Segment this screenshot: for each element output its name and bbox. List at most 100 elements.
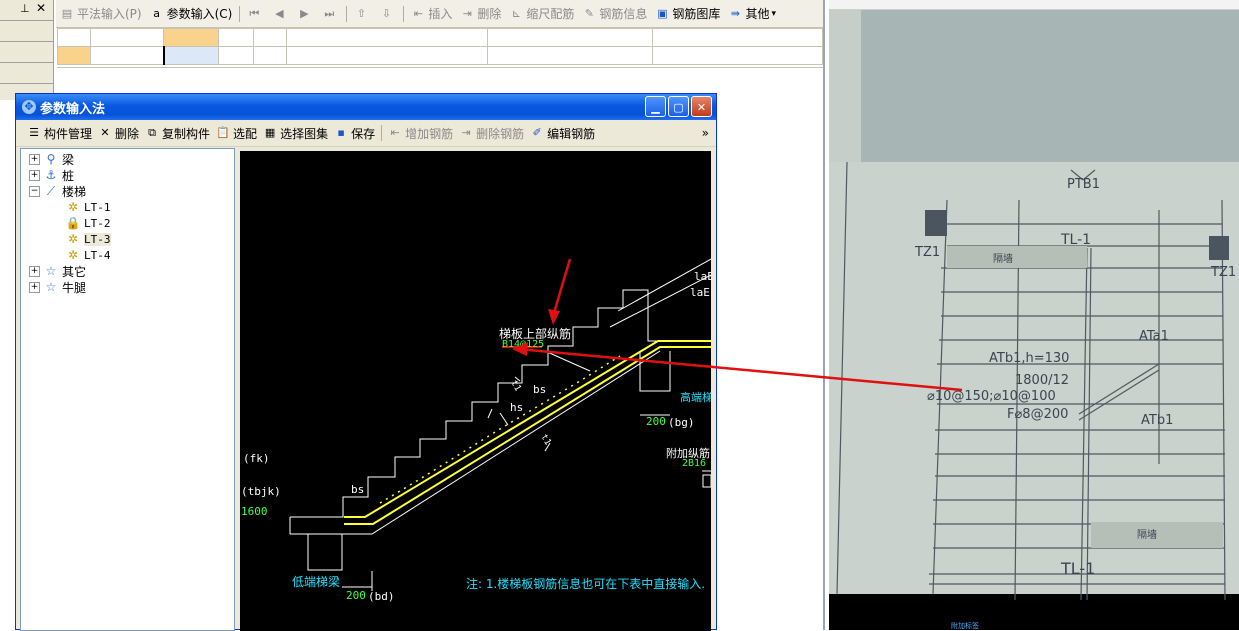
edit-rebar-button[interactable]: ✐ 编辑钢筋 [527, 125, 598, 142]
tree-expander[interactable]: + [29, 265, 40, 277]
close-icon[interactable]: ✕ [36, 1, 46, 15]
table-cell[interactable] [253, 46, 287, 65]
copy-component-button[interactable]: ⧉ 复制构件 [142, 125, 213, 142]
table-cell[interactable] [57, 28, 91, 47]
other-menu-button[interactable]: ⇛ 其他 ▾ [724, 5, 780, 22]
table-cell[interactable] [163, 28, 219, 47]
arrow-up-icon: ⇧ [356, 6, 366, 20]
detail-marker [702, 474, 711, 488]
delete-button[interactable]: ✕ 删除 [95, 125, 142, 142]
scale-rebar-label: 缩尺配筋 [526, 7, 575, 21]
tree-node-lt1[interactable]: ✲ LT-1 [65, 199, 111, 215]
photo-label-wall-1: 隔墙 [993, 252, 1013, 265]
select-match-button[interactable]: 📋 选配 [213, 125, 260, 142]
photo-label-tl1-top: TL-1 [1060, 232, 1091, 248]
rebar-info-button[interactable]: ✎ 钢筋信息 [578, 5, 651, 22]
stair-steps-outline [290, 289, 660, 518]
tree-node-corbel[interactable]: + ☆ 牛腿 [29, 279, 86, 295]
insert-button[interactable]: ⇤ 插入 [407, 5, 456, 22]
rebar-library-button[interactable]: ▣ 钢筋图库 [651, 5, 724, 22]
flat-input-button[interactable]: ▤ 平法输入(P) [56, 5, 146, 22]
low-beam-outline [307, 533, 343, 571]
dim-label-bg: (bg) [668, 416, 695, 429]
tree-node-beam[interactable]: + ⚲ 梁 [29, 151, 74, 167]
move-up-button[interactable]: ⇧ [350, 7, 375, 21]
toolbar-separator [381, 125, 383, 141]
tree-node-pile[interactable]: + ⚓ 桩 [29, 167, 74, 183]
table-cell[interactable] [253, 28, 287, 47]
scale-rebar-button[interactable]: ⊾ 缩尺配筋 [505, 5, 578, 22]
table-cell[interactable] [652, 28, 823, 47]
pane-row[interactable] [0, 42, 53, 63]
annotation-arrowhead [548, 309, 560, 325]
rebar-grid [57, 28, 823, 68]
dim-label-200-bottom: 200 [346, 589, 366, 602]
table-row [57, 28, 823, 47]
star-icon: ☆ [45, 264, 57, 278]
toolbar-overflow-button[interactable]: » [699, 126, 712, 140]
table-cell[interactable] [57, 46, 91, 65]
pane-row[interactable] [0, 21, 53, 42]
move-down-button[interactable]: ⇩ [375, 7, 400, 21]
dialog-titlebar[interactable]: ✥ 参数输入法 ▁ ▢ ✕ [16, 94, 716, 120]
table-cell[interactable] [286, 46, 488, 65]
close-button[interactable]: ✕ [691, 96, 712, 117]
blueprint-photo: PTB1 TZ1 TZ1 TL-1 隔墙 隔墙 ATb1,h=130 1800/… [829, 0, 1239, 630]
table-cell[interactable] [286, 28, 488, 47]
tree-label-lt1: LT-1 [84, 200, 111, 214]
tree-expander[interactable]: + [29, 153, 40, 165]
table-cell[interactable] [487, 46, 653, 65]
table-cell[interactable] [162, 46, 219, 65]
first-record-button[interactable]: ⏮ [243, 7, 268, 21]
select-atlas-button[interactable]: ▦ 选择图集 [260, 125, 331, 142]
pane-row[interactable] [0, 63, 53, 84]
photo-label-tl1-bottom: TL-1 [1060, 559, 1095, 578]
stair-slab-bottom [290, 350, 661, 535]
minimize-button[interactable]: ▁ [645, 96, 666, 117]
tree-node-lt2[interactable]: 🔒 LT-2 [65, 215, 111, 231]
add-rebar-button[interactable]: ⇤ 增加钢筋 [385, 125, 456, 142]
tree-expander[interactable]: + [29, 169, 40, 181]
table-cell[interactable] [218, 28, 254, 47]
pin-icon[interactable]: ⊥ [20, 2, 30, 15]
tz1-left-column [925, 210, 947, 236]
delete-rebar-icon: ⇥ [461, 126, 471, 139]
delete-row-button[interactable]: ⇥ 删除 [456, 5, 505, 22]
prev-record-button[interactable]: ◀ [268, 7, 293, 21]
add-rebar-icon: ⇤ [390, 126, 400, 139]
save-label: 保存 [351, 126, 376, 141]
dim-label-laE1: laE [694, 270, 711, 283]
table-cell[interactable] [90, 28, 164, 47]
dimension-line-laE1 [617, 258, 711, 312]
next-record-button[interactable]: ▶ [293, 7, 318, 21]
pane-titlebar: ⊥ ✕ [0, 0, 53, 21]
first-icon: ⏮ [249, 6, 260, 20]
component-manage-button[interactable]: ☰ 构件管理 [24, 125, 95, 142]
minimize-icon: ▁ [651, 101, 660, 114]
tree-expander[interactable]: − [29, 185, 40, 197]
tree-node-lt3[interactable]: ✲ LT-3 [65, 231, 111, 247]
table-cell[interactable] [218, 46, 254, 65]
delete-label: 删除 [115, 126, 140, 141]
param-input-button[interactable]: a 参数输入(C) [146, 5, 237, 22]
tree-node-lt4[interactable]: ✲ LT-4 [65, 247, 111, 263]
tree-expander[interactable]: + [29, 281, 40, 293]
dim-label-hs: hs [510, 401, 524, 414]
main-toolbar: ▤ 平法输入(P) a 参数输入(C) ⏮ ◀ ▶ ⏭ ⇧ ⇩ ⇤ 插入 ⇥ 删除 ⊾ 缩… [56, 0, 823, 28]
chevron-down-icon: ▾ [771, 8, 776, 19]
table-cell[interactable] [90, 46, 164, 65]
save-button[interactable]: ▪ 保存 [331, 125, 378, 142]
tree-node-other[interactable]: + ☆ 其它 [29, 263, 86, 279]
tick [499, 412, 509, 426]
photo-label-rebar-2: F⌀8@200 [1007, 407, 1068, 422]
table-cell[interactable] [487, 28, 653, 47]
delete-rebar-button[interactable]: ⇥ 删除钢筋 [456, 125, 527, 142]
last-record-button[interactable]: ⏭ [318, 7, 343, 21]
table-cell[interactable] [652, 46, 823, 65]
tick [487, 408, 493, 419]
stair-drawing-canvas[interactable]: 梯板上部纵筋 B14@125 laE laE bs hs bs t1 t1 高端… [240, 151, 711, 631]
close-icon: ✕ [696, 101, 707, 114]
tree-node-stairs[interactable]: − ⟋ 楼梯 [29, 183, 86, 199]
photo-label-ata1: ATa1 [1139, 329, 1169, 344]
maximize-button[interactable]: ▢ [668, 96, 689, 117]
